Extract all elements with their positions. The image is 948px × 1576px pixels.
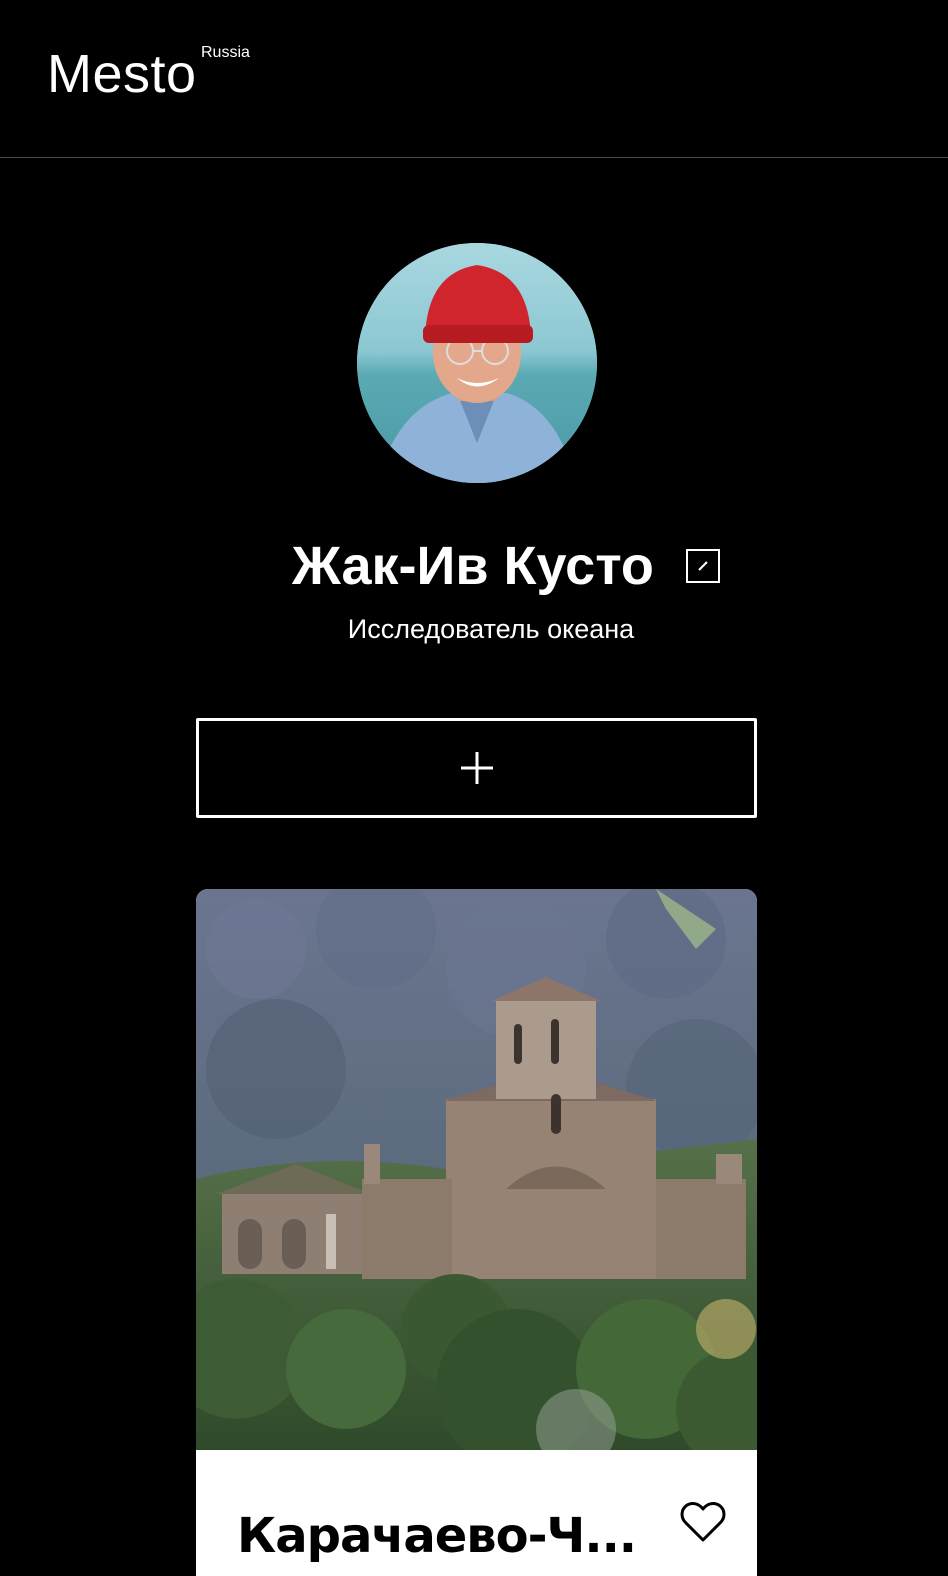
card-title: Карачаево-Ч... bbox=[237, 1508, 637, 1564]
profile-name: Жак-Ив Кусто bbox=[292, 536, 654, 596]
add-card-button[interactable] bbox=[196, 718, 757, 818]
profile-name-row: Жак-Ив Кусто bbox=[0, 533, 948, 603]
card-caption: Карачаево-Ч... bbox=[196, 1450, 757, 1576]
logo-text: Mesto bbox=[47, 44, 197, 104]
profile-about: Исследователь океана bbox=[347, 614, 635, 644]
logo-subtitle: Russia bbox=[201, 44, 250, 61]
card: Карачаево-Ч... bbox=[196, 889, 757, 1576]
logo[interactable]: Mesto Russia bbox=[47, 44, 250, 104]
profile-avatar[interactable] bbox=[357, 243, 597, 483]
like-button[interactable] bbox=[680, 1499, 730, 1545]
pencil-icon bbox=[698, 561, 708, 571]
header: Mesto Russia bbox=[0, 0, 948, 158]
plus-icon bbox=[460, 752, 493, 784]
church-landscape bbox=[196, 889, 757, 1450]
heart-icon bbox=[680, 1501, 726, 1542]
edit-profile-button[interactable] bbox=[686, 549, 720, 583]
avatar-photo bbox=[357, 243, 597, 483]
page: Mesto Russia Жак-Ив Кусто Исследователь … bbox=[0, 0, 948, 1576]
card-image[interactable] bbox=[196, 889, 757, 1450]
